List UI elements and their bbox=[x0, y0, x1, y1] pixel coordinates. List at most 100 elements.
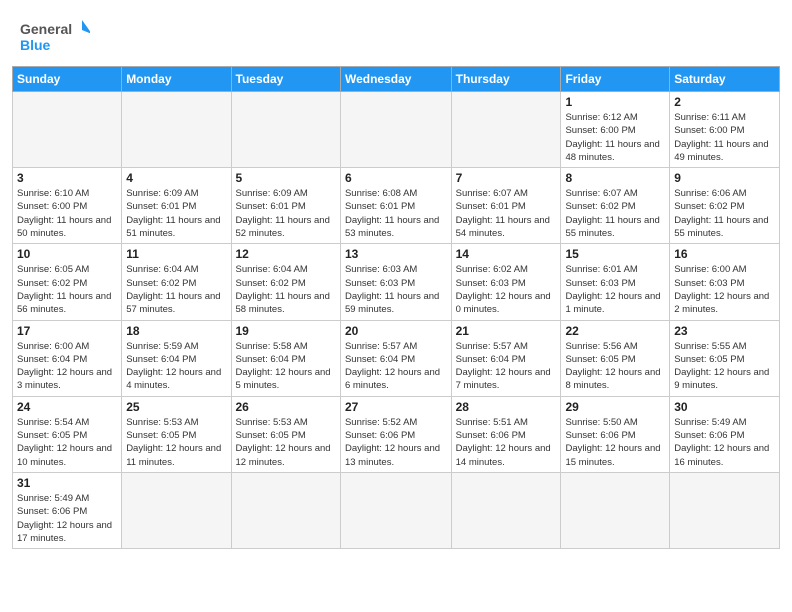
day-number: 24 bbox=[17, 400, 117, 414]
day-info: Sunrise: 5:55 AM Sunset: 6:05 PM Dayligh… bbox=[674, 340, 775, 393]
day-number: 2 bbox=[674, 95, 775, 109]
day-info: Sunrise: 5:57 AM Sunset: 6:04 PM Dayligh… bbox=[456, 340, 557, 393]
day-number: 18 bbox=[126, 324, 226, 338]
calendar-week-row: 10Sunrise: 6:05 AM Sunset: 6:02 PM Dayli… bbox=[13, 244, 780, 320]
day-number: 29 bbox=[565, 400, 665, 414]
day-info: Sunrise: 5:51 AM Sunset: 6:06 PM Dayligh… bbox=[456, 416, 557, 469]
calendar-day-cell: 9Sunrise: 6:06 AM Sunset: 6:02 PM Daylig… bbox=[670, 168, 780, 244]
day-number: 11 bbox=[126, 247, 226, 261]
calendar-day-cell: 24Sunrise: 5:54 AM Sunset: 6:05 PM Dayli… bbox=[13, 396, 122, 472]
calendar-day-cell: 1 Sunrise: 6:12 AM Sunset: 6:00 PM Daylig… bbox=[561, 92, 670, 168]
day-number: 25 bbox=[126, 400, 226, 414]
day-number: 27 bbox=[345, 400, 447, 414]
calendar-day-cell: 13Sunrise: 6:03 AM Sunset: 6:03 PM Dayli… bbox=[340, 244, 451, 320]
calendar-day-cell: 15Sunrise: 6:01 AM Sunset: 6:03 PM Dayli… bbox=[561, 244, 670, 320]
day-number: 17 bbox=[17, 324, 117, 338]
day-number: 19 bbox=[236, 324, 336, 338]
calendar-header-tuesday: Tuesday bbox=[231, 67, 340, 92]
calendar-day-cell: 29 Sunrise: 5:50 AM Sunset: 6:06 PM Dayli… bbox=[561, 396, 670, 472]
calendar-day-cell bbox=[231, 472, 340, 548]
calendar-day-cell bbox=[231, 92, 340, 168]
day-number: 5 bbox=[236, 171, 336, 185]
calendar-day-cell: 5Sunrise: 6:09 AM Sunset: 6:01 PM Daylig… bbox=[231, 168, 340, 244]
day-info: Sunrise: 6:07 AM Sunset: 6:02 PM Dayligh… bbox=[565, 187, 665, 240]
day-info: Sunrise: 5:50 AM Sunset: 6:06 PM Dayligh… bbox=[565, 416, 665, 469]
calendar-day-cell bbox=[13, 92, 122, 168]
calendar-header-thursday: Thursday bbox=[451, 67, 561, 92]
calendar-day-cell: 23 Sunrise: 5:55 AM Sunset: 6:05 PM Dayli… bbox=[670, 320, 780, 396]
day-info: Sunrise: 5:56 AM Sunset: 6:05 PM Dayligh… bbox=[565, 340, 665, 393]
day-number: 20 bbox=[345, 324, 447, 338]
calendar-day-cell bbox=[122, 92, 231, 168]
day-info: Sunrise: 6:00 AM Sunset: 6:03 PM Dayligh… bbox=[674, 263, 775, 316]
calendar-day-cell: 14Sunrise: 6:02 AM Sunset: 6:03 PM Dayli… bbox=[451, 244, 561, 320]
day-info: Sunrise: 6:09 AM Sunset: 6:01 PM Dayligh… bbox=[126, 187, 226, 240]
calendar-day-cell: 26 Sunrise: 5:53 AM Sunset: 6:05 PM Dayli… bbox=[231, 396, 340, 472]
calendar-week-row: 1 Sunrise: 6:12 AM Sunset: 6:00 PM Daylig… bbox=[13, 92, 780, 168]
calendar-table: SundayMondayTuesdayWednesdayThursdayFrid… bbox=[12, 66, 780, 549]
day-info: Sunrise: 5:53 AM Sunset: 6:05 PM Dayligh… bbox=[236, 416, 336, 469]
calendar-day-cell: 31 Sunrise: 5:49 AM Sunset: 6:06 PM Dayli… bbox=[13, 472, 122, 548]
calendar-day-cell bbox=[451, 472, 561, 548]
calendar-day-cell: 11Sunrise: 6:04 AM Sunset: 6:02 PM Dayli… bbox=[122, 244, 231, 320]
day-number: 6 bbox=[345, 171, 447, 185]
calendar-day-cell bbox=[122, 472, 231, 548]
day-number: 22 bbox=[565, 324, 665, 338]
day-number: 10 bbox=[17, 247, 117, 261]
calendar-day-cell: 17Sunrise: 6:00 AM Sunset: 6:04 PM Dayli… bbox=[13, 320, 122, 396]
calendar-day-cell: 4 Sunrise: 6:09 AM Sunset: 6:01 PM Daylig… bbox=[122, 168, 231, 244]
day-info: Sunrise: 6:03 AM Sunset: 6:03 PM Dayligh… bbox=[345, 263, 447, 316]
day-number: 30 bbox=[674, 400, 775, 414]
calendar-header-monday: Monday bbox=[122, 67, 231, 92]
day-number: 28 bbox=[456, 400, 557, 414]
day-info: Sunrise: 5:53 AM Sunset: 6:05 PM Dayligh… bbox=[126, 416, 226, 469]
day-info: Sunrise: 5:49 AM Sunset: 6:06 PM Dayligh… bbox=[17, 492, 117, 545]
calendar-day-cell: 19Sunrise: 5:58 AM Sunset: 6:04 PM Dayli… bbox=[231, 320, 340, 396]
calendar-day-cell: 30Sunrise: 5:49 AM Sunset: 6:06 PM Dayli… bbox=[670, 396, 780, 472]
day-info: Sunrise: 6:02 AM Sunset: 6:03 PM Dayligh… bbox=[456, 263, 557, 316]
day-number: 21 bbox=[456, 324, 557, 338]
day-number: 3 bbox=[17, 171, 117, 185]
day-info: Sunrise: 6:07 AM Sunset: 6:01 PM Dayligh… bbox=[456, 187, 557, 240]
calendar-day-cell: 2Sunrise: 6:11 AM Sunset: 6:00 PM Daylig… bbox=[670, 92, 780, 168]
calendar-header-wednesday: Wednesday bbox=[340, 67, 451, 92]
day-info: Sunrise: 6:10 AM Sunset: 6:00 PM Dayligh… bbox=[17, 187, 117, 240]
calendar-day-cell: 27 Sunrise: 5:52 AM Sunset: 6:06 PM Dayli… bbox=[340, 396, 451, 472]
calendar-header-friday: Friday bbox=[561, 67, 670, 92]
calendar-day-cell: 21 Sunrise: 5:57 AM Sunset: 6:04 PM Dayli… bbox=[451, 320, 561, 396]
logo: General Blue bbox=[20, 16, 90, 58]
calendar-header-row: SundayMondayTuesdayWednesdayThursdayFrid… bbox=[13, 67, 780, 92]
svg-text:General: General bbox=[20, 21, 72, 37]
day-info: Sunrise: 5:52 AM Sunset: 6:06 PM Dayligh… bbox=[345, 416, 447, 469]
page-container: General Blue SundayMondayTuesdayWednesda… bbox=[0, 0, 792, 561]
calendar-day-cell: 22 Sunrise: 5:56 AM Sunset: 6:05 PM Dayli… bbox=[561, 320, 670, 396]
day-number: 23 bbox=[674, 324, 775, 338]
calendar-day-cell: 8Sunrise: 6:07 AM Sunset: 6:02 PM Daylig… bbox=[561, 168, 670, 244]
day-number: 12 bbox=[236, 247, 336, 261]
calendar-day-cell: 10Sunrise: 6:05 AM Sunset: 6:02 PM Dayli… bbox=[13, 244, 122, 320]
day-number: 4 bbox=[126, 171, 226, 185]
calendar-week-row: 3 Sunrise: 6:10 AM Sunset: 6:00 PM Daylig… bbox=[13, 168, 780, 244]
calendar-wrap: SundayMondayTuesdayWednesdayThursdayFrid… bbox=[0, 66, 792, 561]
calendar-week-row: 31 Sunrise: 5:49 AM Sunset: 6:06 PM Dayli… bbox=[13, 472, 780, 548]
calendar-day-cell: 18Sunrise: 5:59 AM Sunset: 6:04 PM Dayli… bbox=[122, 320, 231, 396]
day-number: 26 bbox=[236, 400, 336, 414]
day-info: Sunrise: 6:12 AM Sunset: 6:00 PM Dayligh… bbox=[565, 111, 665, 164]
calendar-header-sunday: Sunday bbox=[13, 67, 122, 92]
calendar-week-row: 24Sunrise: 5:54 AM Sunset: 6:05 PM Dayli… bbox=[13, 396, 780, 472]
calendar-day-cell: 7 Sunrise: 6:07 AM Sunset: 6:01 PM Daylig… bbox=[451, 168, 561, 244]
day-number: 31 bbox=[17, 476, 117, 490]
calendar-week-row: 17Sunrise: 6:00 AM Sunset: 6:04 PM Dayli… bbox=[13, 320, 780, 396]
day-info: Sunrise: 6:01 AM Sunset: 6:03 PM Dayligh… bbox=[565, 263, 665, 316]
day-number: 1 bbox=[565, 95, 665, 109]
calendar-day-cell bbox=[561, 472, 670, 548]
day-number: 16 bbox=[674, 247, 775, 261]
svg-text:Blue: Blue bbox=[20, 37, 51, 53]
calendar-header-saturday: Saturday bbox=[670, 67, 780, 92]
calendar-day-cell: 3 Sunrise: 6:10 AM Sunset: 6:00 PM Daylig… bbox=[13, 168, 122, 244]
day-number: 9 bbox=[674, 171, 775, 185]
generalblue-logo: General Blue bbox=[20, 16, 90, 58]
calendar-day-cell: 6 Sunrise: 6:08 AM Sunset: 6:01 PM Daylig… bbox=[340, 168, 451, 244]
day-info: Sunrise: 6:08 AM Sunset: 6:01 PM Dayligh… bbox=[345, 187, 447, 240]
day-number: 7 bbox=[456, 171, 557, 185]
